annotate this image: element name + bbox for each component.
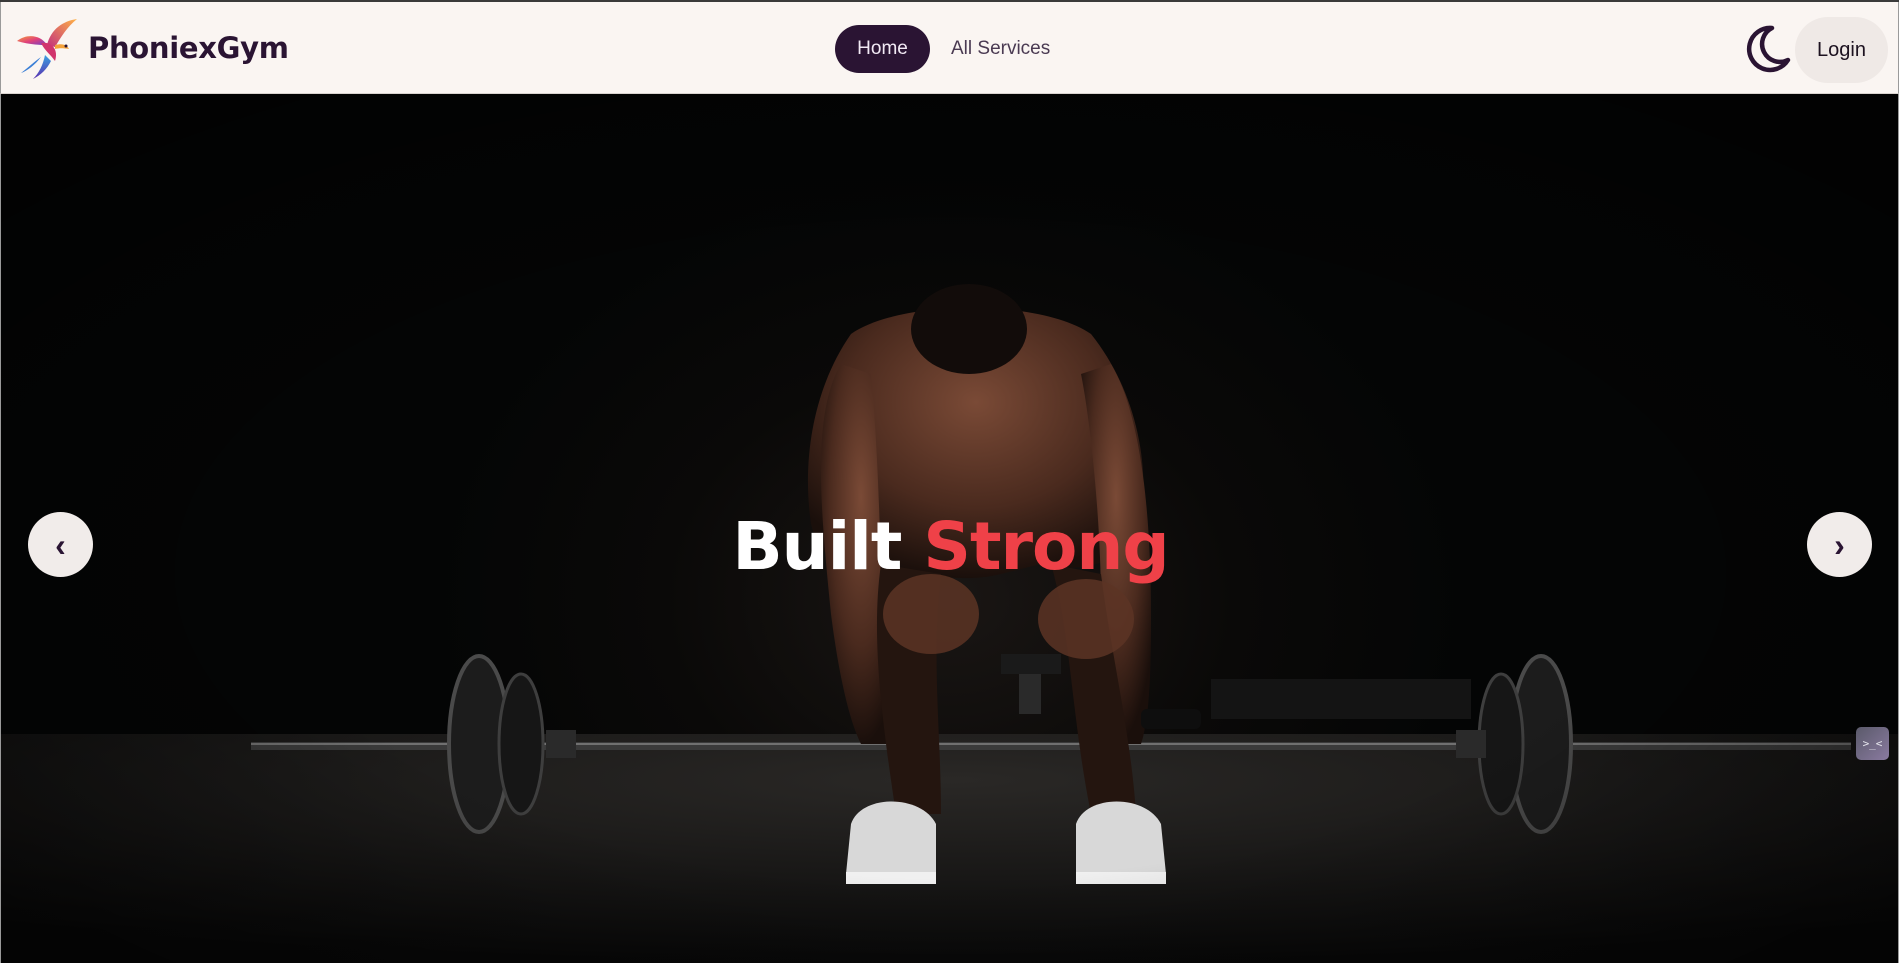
- hero-title-word-1: Built: [732, 508, 902, 585]
- chevron-left-icon: ‹: [55, 526, 66, 563]
- login-button[interactable]: Login: [1795, 17, 1888, 83]
- main-nav: Home All Services: [835, 25, 1050, 73]
- page: PhoniexGym Home All Services Login Built…: [0, 0, 1899, 963]
- phoenix-logo-icon: [17, 19, 77, 79]
- extension-badge-icon[interactable]: >_<: [1856, 727, 1889, 760]
- carousel-next-button[interactable]: ›: [1807, 512, 1872, 577]
- chevron-right-icon: ›: [1834, 526, 1845, 563]
- nav-link-home[interactable]: Home: [835, 25, 930, 73]
- hero-title-word-2: Strong: [923, 508, 1169, 585]
- hero-title: Built Strong: [1, 514, 1898, 580]
- carousel-prev-button[interactable]: ‹: [28, 512, 93, 577]
- nav-link-all-services[interactable]: All Services: [951, 38, 1050, 60]
- hero-carousel: Built Strong ‹ › >_<: [0, 94, 1899, 963]
- brand[interactable]: PhoniexGym: [11, 15, 289, 81]
- theme-toggle-button[interactable]: [1742, 24, 1792, 74]
- brand-name: PhoniexGym: [88, 31, 289, 65]
- moon-icon: [1746, 25, 1791, 73]
- top-navbar: PhoniexGym Home All Services Login: [0, 2, 1899, 94]
